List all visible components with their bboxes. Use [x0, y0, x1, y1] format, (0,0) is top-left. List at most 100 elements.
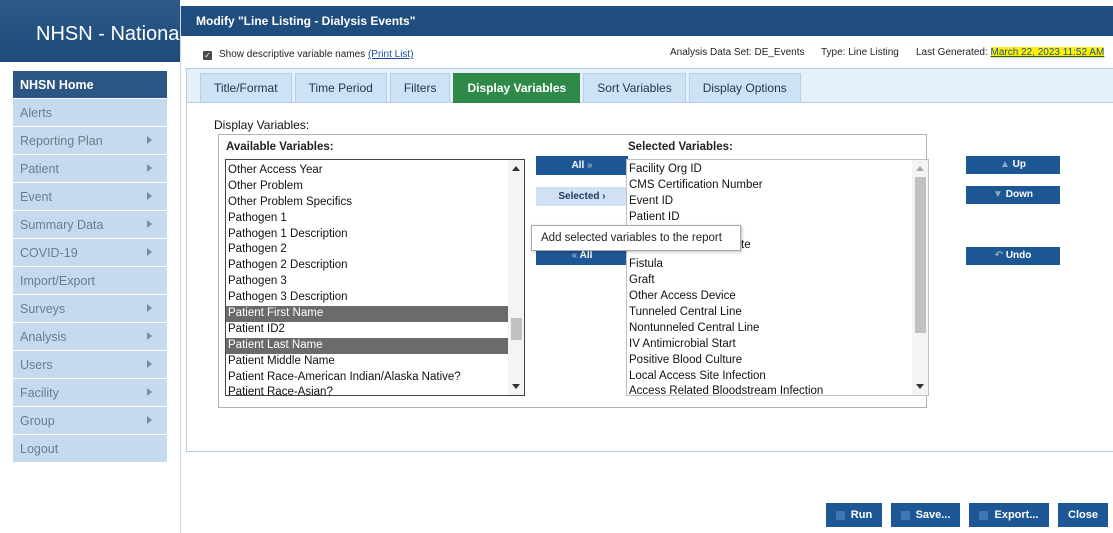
chevron-right-icon	[147, 192, 152, 200]
list-item[interactable]: Patient Race-American Indian/Alaska Nati…	[226, 370, 508, 386]
type-label: Type: Line Listing	[821, 47, 899, 58]
undo-button[interactable]: ↶ Undo	[966, 247, 1060, 265]
list-item[interactable]: Patient ID	[627, 210, 911, 226]
tab-display-options[interactable]: Display Options	[688, 73, 801, 103]
add-selected-button[interactable]: Selected ›	[536, 187, 628, 206]
tab-time-period[interactable]: Time Period	[294, 73, 387, 103]
list-item[interactable]: Access Related Bloodstream Infection	[627, 384, 911, 395]
chevron-right-icon	[147, 304, 152, 312]
show-descriptive-label: Show descriptive variable names (Print L…	[219, 49, 414, 60]
list-item[interactable]: Pathogen 2	[226, 242, 508, 258]
tab-bar: Title/Format Time Period Filters Display Va…	[187, 69, 1113, 103]
save-button[interactable]: Save...	[891, 503, 960, 527]
sidebar-item[interactable]: COVID-19	[13, 239, 167, 267]
list-item[interactable]: Other Access Year	[226, 163, 508, 179]
info-bar: ✓ Show descriptive variable names (Print…	[181, 36, 1113, 64]
export-button[interactable]: Export...	[969, 503, 1049, 527]
list-item[interactable]: Patient Middle Name	[226, 354, 508, 370]
chevron-right-icon	[147, 248, 152, 256]
sidebar-item[interactable]: Patient	[13, 155, 167, 183]
list-item[interactable]: Pathogen 1	[226, 211, 508, 227]
run-button[interactable]: Run	[826, 503, 882, 527]
sidebar-item[interactable]: Summary Data	[13, 211, 167, 239]
app-header: NHSN - National He	[0, 0, 180, 62]
list-item[interactable]: Graft	[627, 273, 911, 289]
list-item[interactable]: Pathogen 3 Description	[226, 290, 508, 306]
selected-variables-list[interactable]: Facility Org ID CMS Certification Number E…	[626, 159, 929, 396]
list-item[interactable]: Pathogen 3	[226, 274, 508, 290]
list-item[interactable]: CMS Certification Number	[627, 178, 911, 194]
last-generated: Last Generated: March 22, 2023 11:52 AM	[916, 47, 1105, 58]
list-item[interactable]: Patient Race-Asian?	[226, 385, 508, 395]
list-item[interactable]: IV Antimicrobial Start	[627, 337, 911, 353]
sidebar-item[interactable]: Facility	[13, 379, 167, 407]
scroll-down-icon[interactable]	[512, 384, 520, 389]
sidebar-item[interactable]: Analysis	[13, 323, 167, 351]
sidebar-item[interactable]: Event	[13, 183, 167, 211]
close-button[interactable]: Close	[1058, 503, 1108, 527]
chevron-right-icon	[147, 164, 152, 172]
sidebar-item[interactable]: Group	[13, 407, 167, 435]
available-options: Other Access Year Other Problem Other Prob…	[226, 163, 508, 395]
available-variables-list[interactable]: Other Access Year Other Problem Other Prob…	[225, 159, 525, 396]
analysis-data-set: Analysis Data Set: DE_Events	[670, 47, 805, 58]
sidebar-item[interactable]: NHSN Home	[13, 71, 167, 99]
play-icon	[835, 510, 845, 520]
list-item[interactable]: Other Problem Specifics	[226, 195, 508, 211]
list-item[interactable]: Other Problem	[226, 179, 508, 195]
list-item[interactable]: Positive Blood Culture	[627, 353, 911, 369]
scroll-thumb[interactable]	[511, 318, 522, 340]
chevron-right-icon	[147, 332, 152, 340]
list-item[interactable]: Other Access Device	[627, 289, 911, 305]
list-item[interactable]: Tunneled Central Line	[627, 305, 911, 321]
selected-variables-label: Selected Variables:	[628, 141, 733, 153]
list-item[interactable]: Local Access Site Infection	[627, 369, 911, 385]
list-item[interactable]: Pathogen 1 Description	[226, 227, 508, 243]
modify-dialog: Modify "Line Listing - Dialysis Events" …	[180, 6, 1113, 533]
list-item[interactable]: Patient Last Name	[226, 337, 508, 354]
selected-scrollbar[interactable]	[912, 160, 928, 395]
tab-filters[interactable]: Filters	[389, 73, 451, 103]
add-all-button[interactable]: All »	[536, 156, 628, 175]
available-variables-label: Available Variables:	[226, 141, 334, 153]
chevron-right-icon	[147, 360, 152, 368]
scroll-down-icon[interactable]	[916, 384, 924, 389]
sidebar-item[interactable]: Logout	[13, 435, 167, 463]
list-item[interactable]: Patient First Name	[226, 306, 508, 322]
undo-icon: ↶	[994, 250, 1004, 261]
list-item[interactable]: Event ID	[627, 194, 911, 210]
tab-display-variables[interactable]: Display Variables	[453, 73, 581, 103]
sidebar-item[interactable]: Import/Export	[13, 267, 167, 295]
chevron-right-icon	[147, 220, 152, 228]
list-item[interactable]: Nontunneled Central Line	[627, 321, 911, 337]
list-item[interactable]: Fistula	[627, 257, 911, 273]
double-chevron-left-icon: «	[571, 250, 578, 261]
list-item[interactable]: Pathogen 2 Description	[226, 258, 508, 274]
save-icon	[900, 510, 910, 520]
tab-title-format[interactable]: Title/Format	[200, 73, 292, 103]
add-selected-tooltip: Add selected variables to the report	[531, 225, 741, 251]
scroll-up-icon[interactable]	[916, 166, 924, 171]
sidebar-item[interactable]: Alerts	[13, 99, 167, 127]
move-down-button[interactable]: ▼ Down	[966, 186, 1060, 204]
dialog-content: Title/Format Time Period Filters Display Va…	[186, 68, 1113, 452]
available-scrollbar[interactable]	[508, 160, 524, 395]
selected-options: Facility Org ID CMS Certification Number E…	[627, 162, 911, 395]
sidebar-item[interactable]: Users	[13, 351, 167, 379]
list-item[interactable]: Patient ID2	[226, 322, 508, 338]
list-item[interactable]: Facility Org ID	[627, 162, 911, 178]
app-title: NHSN - National He	[36, 23, 180, 45]
chevron-right-icon	[147, 136, 152, 144]
dialog-title: Modify "Line Listing - Dialysis Events"	[181, 6, 1113, 36]
chevron-right-icon	[147, 416, 152, 424]
sidebar-item[interactable]: Reporting Plan	[13, 127, 167, 155]
chevron-right-icon	[147, 388, 152, 396]
print-list-link[interactable]: (Print List)	[368, 49, 414, 60]
tab-sort-variables[interactable]: Sort Variables	[583, 73, 686, 103]
move-up-button[interactable]: ▲ Up	[966, 156, 1060, 174]
sidebar-nav: NHSN Home Alerts Reporting Plan Patient Even…	[13, 71, 167, 463]
show-descriptive-checkbox[interactable]: ✓	[203, 51, 212, 60]
scroll-thumb[interactable]	[915, 177, 926, 333]
scroll-up-icon[interactable]	[512, 166, 520, 171]
sidebar-item[interactable]: Surveys	[13, 295, 167, 323]
